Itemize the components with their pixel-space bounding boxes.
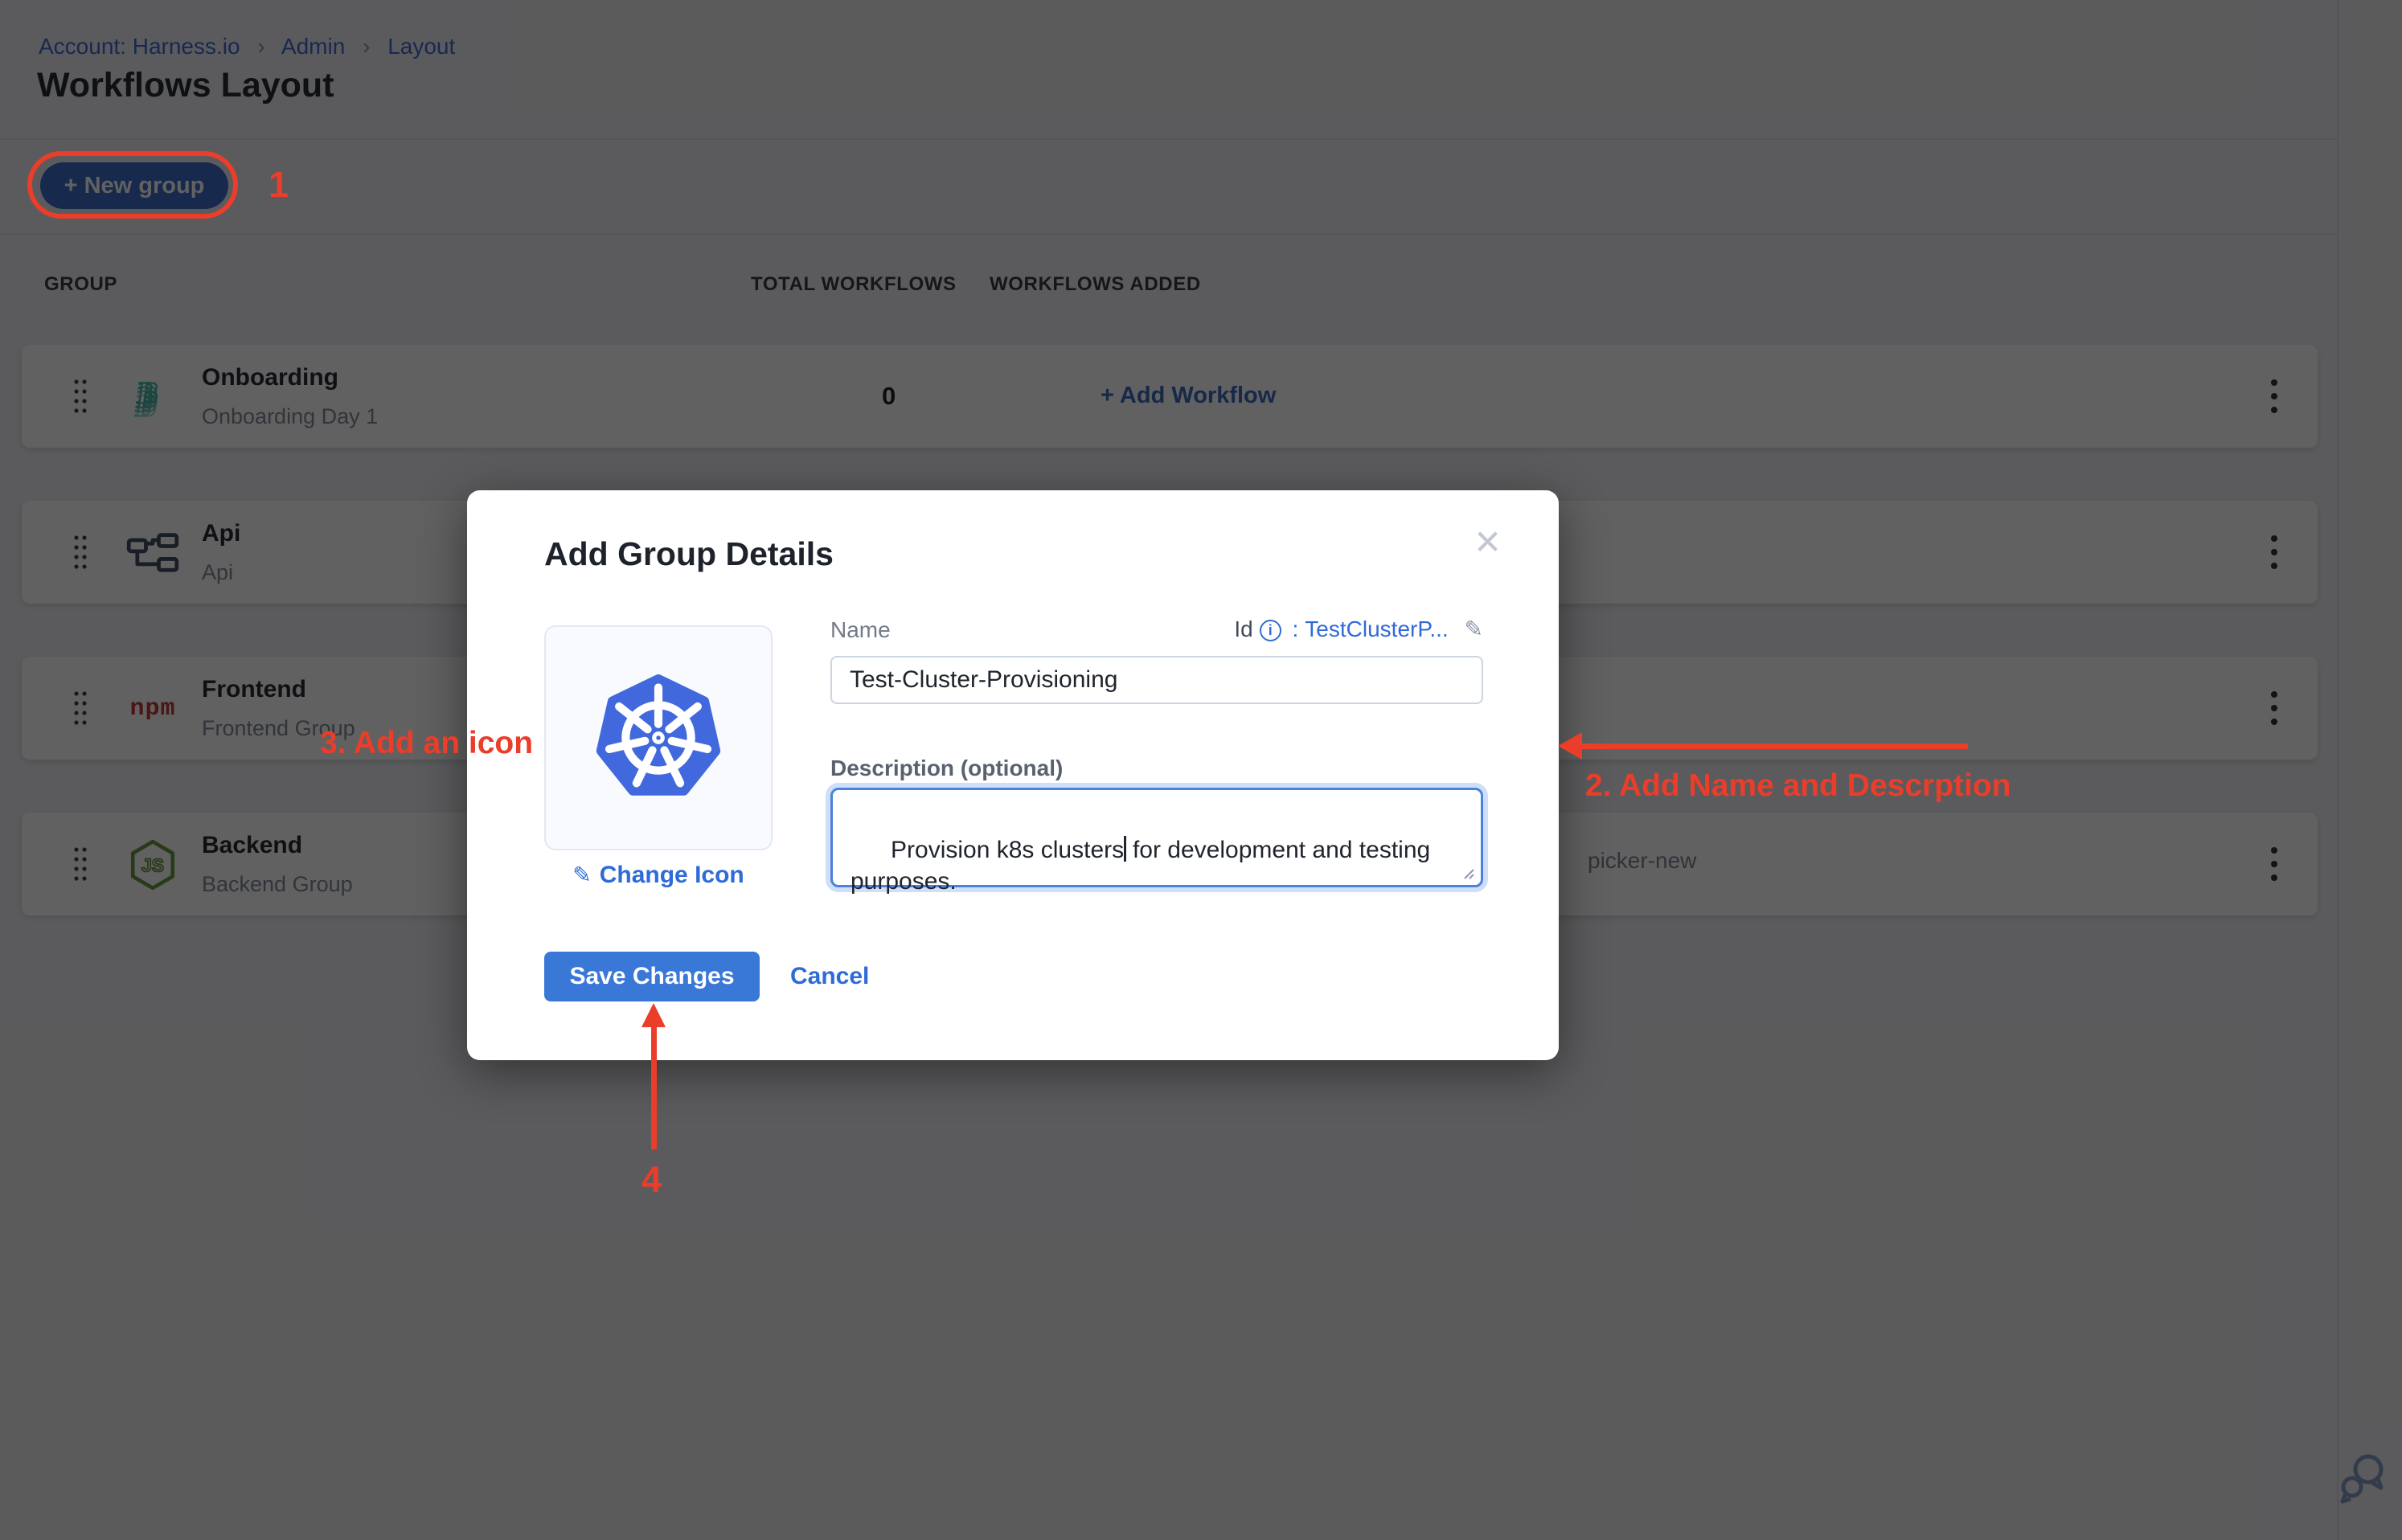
edit-id-pencil-icon[interactable]: ✎ [1465,616,1483,641]
resize-grip-icon[interactable] [1461,866,1474,879]
annotation-step-1: 1 [268,164,289,206]
annotation-step-2: 2. Add Name and Descrption [1585,768,2011,804]
annotation-arrow-up-head [641,1003,666,1027]
add-group-details-modal: Add Group Details ✕ ✎Change I [467,490,1559,1060]
pencil-icon: ✎ [572,862,591,887]
modal-title: Add Group Details [544,535,834,573]
id-value-link[interactable]: TestClusterP... [1305,616,1448,641]
group-name-input[interactable] [830,656,1483,704]
annotation-arrow-left [1580,743,1968,749]
workflows-layout-screen: Account: Harness.io › Admin › Layout Wor… [0,0,2402,1540]
annotation-arrow-left-head [1558,732,1582,760]
save-changes-button[interactable]: Save Changes [544,952,760,1001]
chat-bubbles-icon[interactable] [2338,1452,2388,1509]
description-textarea[interactable]: Provision k8s clusters for development a… [830,788,1483,887]
close-icon[interactable]: ✕ [1474,526,1502,559]
change-icon-link[interactable]: ✎Change Icon [544,862,773,889]
annotation-arrow-up [651,1026,657,1149]
cancel-button[interactable]: Cancel [790,963,869,990]
entity-id-row: Idi :TestClusterP... ✎ [830,616,1483,642]
kubernetes-icon [587,669,730,807]
id-label: Id [1234,616,1252,641]
description-label: Description (optional) [830,756,1063,781]
info-icon[interactable]: i [1260,620,1281,641]
annotation-highlight-ring [27,151,238,219]
group-icon-preview[interactable] [544,625,773,850]
annotation-step-3: 3. Add an icon [320,726,533,761]
annotation-step-4: 4 [641,1159,662,1201]
